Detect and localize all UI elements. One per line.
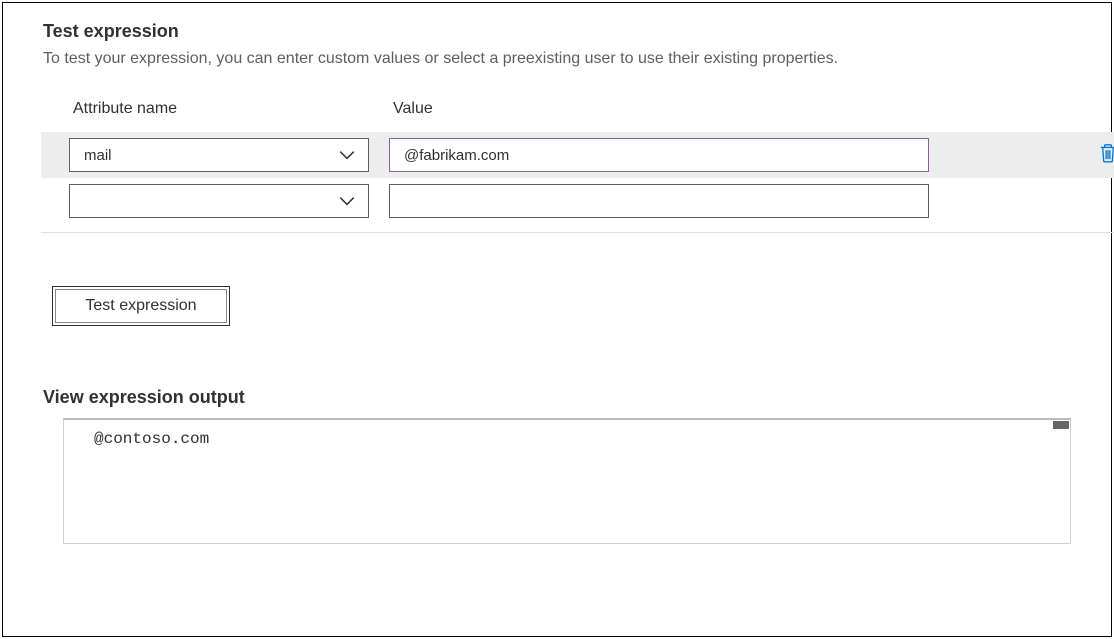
value-input[interactable] [389, 184, 929, 218]
column-header-value: Value [389, 100, 929, 118]
section-title: Test expression [43, 21, 1071, 42]
table-row [69, 178, 1071, 224]
value-input[interactable] [389, 138, 929, 172]
column-header-attribute: Attribute name [69, 100, 369, 118]
row-divider [41, 232, 1114, 233]
column-headers: Attribute name Value [69, 100, 1071, 118]
output-value: @contoso.com [94, 430, 209, 448]
attribute-name-dropdown[interactable]: mail [69, 138, 369, 172]
trash-icon [1099, 143, 1114, 168]
dropdown-value: mail [84, 147, 112, 164]
expression-output[interactable]: @contoso.com [63, 418, 1071, 544]
test-expression-panel: Test expression To test your expression,… [2, 2, 1112, 637]
section-description: To test your expression, you can enter c… [43, 50, 1071, 68]
scrollbar-thumb[interactable] [1053, 421, 1069, 429]
attribute-table: Attribute name Value mail [69, 100, 1071, 233]
output-title: View expression output [43, 387, 1071, 408]
chevron-down-icon [336, 144, 358, 166]
test-expression-button[interactable]: Test expression [55, 289, 227, 323]
chevron-down-icon [336, 190, 358, 212]
attribute-name-dropdown[interactable] [69, 184, 369, 218]
delete-row-button[interactable] [1095, 142, 1114, 168]
table-row: mail [41, 132, 1114, 178]
